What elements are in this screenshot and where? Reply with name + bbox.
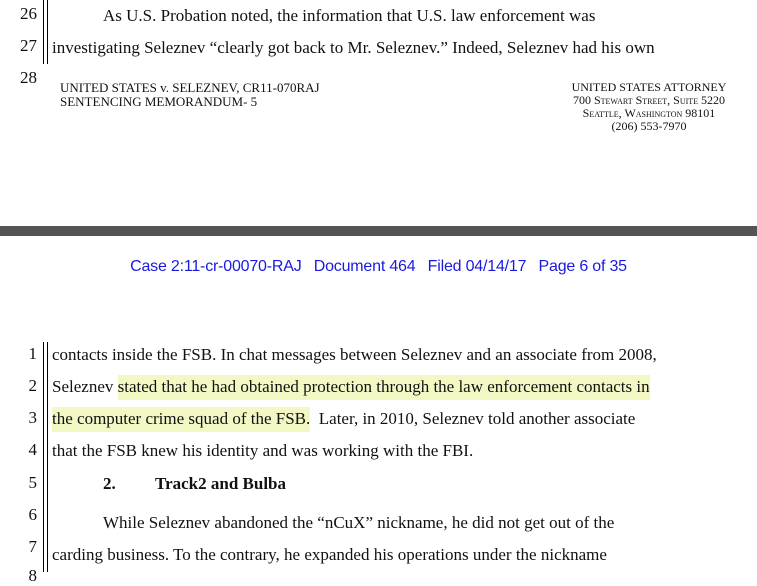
- line-number: 7: [28, 537, 38, 556]
- body-line: the computer crime squad of the FSB. Lat…: [52, 407, 636, 432]
- ecf-document-number: Document 464: [313, 258, 416, 275]
- page-separator: [0, 226, 757, 236]
- footer-case-title: UNITED STATES v. SELEZNEV, CR11-070RAJ: [60, 80, 320, 95]
- line-number: 26: [20, 4, 37, 23]
- body-line: contacts inside the FSB. In chat message…: [52, 345, 657, 364]
- highlighted-text[interactable]: the computer crime squad of the FSB.: [52, 407, 311, 432]
- previous-page: 26 27 28 As U.S. Probation noted, the in…: [0, 0, 757, 226]
- margin-rule-right: [47, 0, 48, 64]
- line-number: 28: [20, 68, 37, 87]
- line-number: 27: [20, 36, 37, 55]
- ecf-case-number: Case 2:11-cr-00070-RAJ: [130, 258, 302, 275]
- section-number: 2.: [103, 474, 116, 493]
- body-line: investigating Seleznev “clearly got back…: [52, 38, 655, 57]
- body-line: that the FSB knew his identity and was w…: [52, 441, 474, 460]
- line-number: 3: [28, 408, 38, 427]
- margin-rule-left: [43, 0, 44, 64]
- ecf-filed-date: Filed 04/14/17: [427, 258, 527, 275]
- line-number: 6: [28, 505, 38, 524]
- line-number: 5: [28, 473, 38, 492]
- line-number: 1: [28, 344, 38, 363]
- body-line: Seleznev stated that he had obtained pro…: [52, 375, 650, 400]
- section-heading: Track2 and Bulba: [155, 474, 287, 493]
- ecf-header: Case 2:11-cr-00070-RAJ Document 464 File…: [0, 258, 757, 276]
- office-phone: (206) 553-7970: [611, 119, 687, 133]
- line-number: 8: [28, 566, 38, 585]
- body-line: As U.S. Probation noted, the information…: [103, 6, 596, 25]
- footer-document-title: SENTENCING MEMORANDUM- 5: [60, 94, 258, 109]
- line-number: 2: [28, 376, 38, 395]
- footer-office-address: UNITED STATES ATTORNEY 700 Stewart Stree…: [560, 81, 738, 133]
- line-number: 4: [28, 440, 38, 459]
- body-text: Later, in 2010, Seleznev told another as…: [310, 409, 636, 428]
- ecf-page-count: Page 6 of 35: [538, 258, 628, 275]
- footer-case-caption: UNITED STATES v. SELEZNEV, CR11-070RAJ S…: [60, 81, 320, 109]
- body-line: While Seleznev abandoned the “nCuX” nick…: [103, 513, 615, 532]
- body-text: Seleznev: [52, 377, 118, 396]
- highlighted-text[interactable]: stated that he had obtained protection t…: [117, 375, 650, 400]
- body-line: carding business. To the contrary, he ex…: [52, 545, 607, 564]
- margin-rule-left: [43, 342, 44, 572]
- current-page: Case 2:11-cr-00070-RAJ Document 464 File…: [0, 236, 757, 585]
- margin-rule-right: [47, 342, 48, 572]
